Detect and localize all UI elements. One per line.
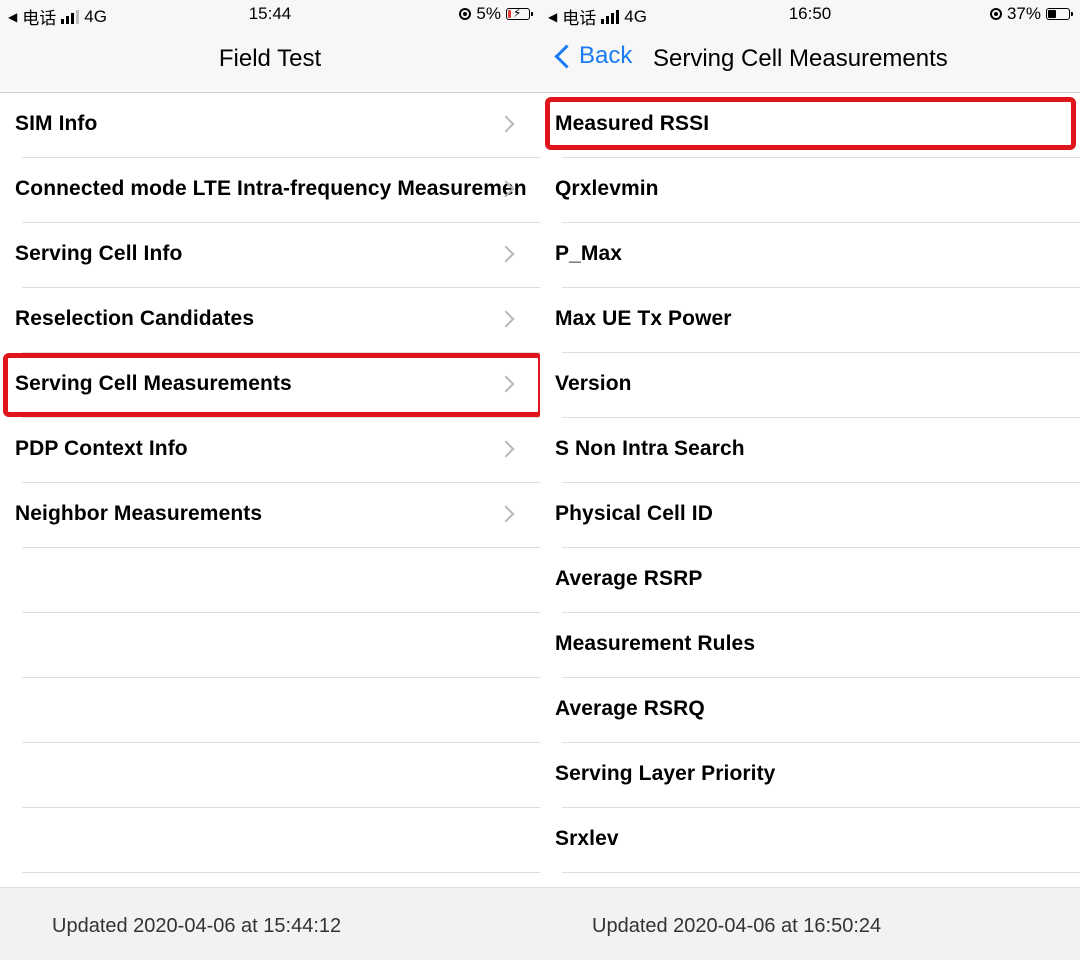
list-item-label: Neighbor Measurements [15, 502, 263, 525]
chevron-right-icon [497, 505, 515, 523]
battery-percent: 5% [476, 4, 501, 23]
status-right: 5% ⚡ [459, 4, 533, 24]
battery-icon [1046, 8, 1073, 20]
list-item-qrxlevmin[interactable]: Qrxlevmin [555, 158, 1080, 223]
list-item-serving-layer-priority[interactable]: Serving Layer Priority [555, 743, 1080, 808]
list-item-label: Connected mode LTE Intra-frequency Measu… [15, 177, 527, 200]
list-item-average-rsrp[interactable]: Average RSRP [555, 548, 1080, 613]
battery-icon: ⚡ [506, 6, 533, 20]
list-item-physical-cell-id[interactable]: Physical Cell ID [555, 483, 1080, 548]
measurements-list: Measured RSSI Qrxlevmin P_Max Max UE Tx … [540, 93, 1080, 873]
list-item-label: Physical Cell ID [555, 502, 714, 525]
orientation-lock-icon [989, 8, 1002, 20]
list-item-label: Srxlev [555, 827, 619, 850]
status-bar: ◀ 电话 4G 16:50 37% [540, 0, 1080, 28]
back-label: Back [579, 42, 633, 69]
chevron-right-icon [497, 115, 515, 133]
empty-row [22, 678, 540, 743]
field-test-list: SIM Info Connected mode LTE Intra-freque… [0, 93, 540, 873]
chevron-left-icon [554, 43, 579, 69]
orientation-lock-icon [459, 8, 472, 20]
list-item-label: Reselection Candidates [15, 307, 255, 330]
list-item-label: P_Max [555, 242, 623, 265]
list-item-label: Serving Cell Info [15, 242, 183, 265]
empty-row [22, 808, 540, 873]
empty-row [22, 613, 540, 678]
list-item-serving-cell-info[interactable]: Serving Cell Info [15, 223, 540, 288]
list-item-srxlev[interactable]: Srxlev [555, 808, 1080, 873]
list-item-connected-mode-lte[interactable]: Connected mode LTE Intra-frequency Measu… [15, 158, 540, 223]
list-item-sim-info[interactable]: SIM Info [15, 93, 540, 158]
navigation-bar: Back Serving Cell Measurements [540, 28, 1080, 93]
status-bar: ◀ 电话 4G 15:44 5% ⚡ [0, 0, 540, 28]
list-item-label: Serving Layer Priority [555, 762, 776, 785]
list-item-s-non-intra-search[interactable]: S Non Intra Search [555, 418, 1080, 483]
list-item-p-max[interactable]: P_Max [555, 223, 1080, 288]
list-item-label: Average RSRP [555, 567, 703, 590]
status-right: 37% [989, 4, 1073, 24]
list-item-pdp-context-info[interactable]: PDP Context Info [15, 418, 540, 483]
chevron-right-icon [497, 245, 515, 263]
page-title: Serving Cell Measurements [653, 45, 948, 72]
battery-percent: 37% [1006, 4, 1041, 23]
back-button[interactable]: Back [554, 42, 632, 70]
updated-timestamp: Updated 2020-04-06 at 15:44:12 [52, 915, 342, 937]
list-item-label: S Non Intra Search [555, 437, 745, 460]
highlight-box [545, 97, 1076, 150]
chevron-right-icon [497, 440, 515, 458]
list-item-average-rsrq[interactable]: Average RSRQ [555, 678, 1080, 743]
list-item-measurement-rules[interactable]: Measurement Rules [555, 613, 1080, 678]
empty-row [22, 743, 540, 808]
footer-bar: Updated 2020-04-06 at 16:50:24 [540, 887, 1080, 960]
list-item-label: PDP Context Info [15, 437, 188, 460]
empty-row [22, 548, 540, 613]
list-item-label: SIM Info [15, 112, 98, 135]
footer-bar: Updated 2020-04-06 at 15:44:12 [0, 887, 540, 960]
chevron-right-icon [497, 310, 515, 328]
list-item-reselection-candidates[interactable]: Reselection Candidates [15, 288, 540, 353]
list-item-label: Version [555, 372, 632, 395]
list-item-label: Max UE Tx Power [555, 307, 732, 330]
list-item-neighbor-measurements[interactable]: Neighbor Measurements [15, 483, 540, 548]
updated-timestamp: Updated 2020-04-06 at 16:50:24 [592, 915, 882, 937]
highlight-box [3, 353, 540, 417]
page-title: Field Test [218, 45, 322, 72]
list-item-label: Average RSRQ [555, 697, 705, 720]
list-item-version[interactable]: Version [555, 353, 1080, 418]
list-item-label: Measurement Rules [555, 632, 756, 655]
list-item-label: Qrxlevmin [555, 177, 659, 200]
serving-cell-measurements-screen: ◀ 电话 4G 16:50 37% Back Serving Cell Meas… [540, 0, 1080, 960]
field-test-screen: ◀ 电话 4G 15:44 5% ⚡ Field Test SIM Info C… [0, 0, 540, 960]
navigation-bar: Field Test [0, 28, 540, 93]
list-item-max-ue-tx-power[interactable]: Max UE Tx Power [555, 288, 1080, 353]
